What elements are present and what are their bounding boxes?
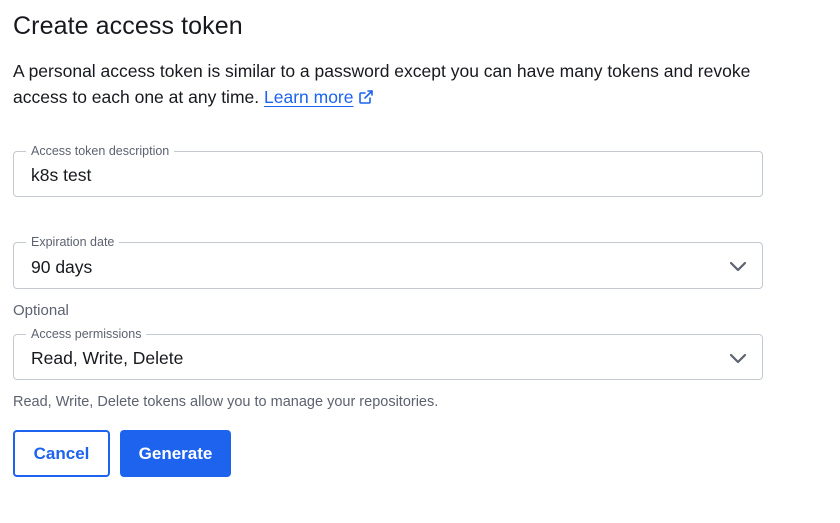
chevron-down-icon[interactable] xyxy=(728,256,748,276)
access-token-description-label: Access token description xyxy=(26,143,175,159)
permissions-helper-text: Read, Write, Delete tokens allow you to … xyxy=(13,394,439,410)
page-description: A personal access token is similar to a … xyxy=(13,58,753,110)
expiration-date-value: 90 days xyxy=(31,257,93,277)
access-token-description-field[interactable]: Access token description k8s test xyxy=(13,143,763,197)
access-permissions-select[interactable]: Access permissions Read, Write, Delete xyxy=(13,326,763,380)
expiration-date-select[interactable]: Expiration date 90 days xyxy=(13,234,763,289)
description-text: A personal access token is similar to a … xyxy=(13,61,751,107)
page-title: Create access token xyxy=(13,12,243,40)
access-permissions-label: Access permissions xyxy=(26,326,147,342)
chevron-down-icon[interactable] xyxy=(728,348,748,368)
access-permissions-value: Read, Write, Delete xyxy=(31,348,184,368)
expiration-date-label: Expiration date xyxy=(26,234,120,250)
access-token-description-value[interactable]: k8s test xyxy=(31,165,91,186)
optional-label: Optional xyxy=(13,302,69,319)
external-link-icon[interactable] xyxy=(358,89,374,105)
generate-button[interactable]: Generate xyxy=(120,430,231,477)
learn-more-label: Learn more xyxy=(264,87,354,107)
cancel-button[interactable]: Cancel xyxy=(13,430,110,477)
learn-more-link[interactable]: Learn more xyxy=(264,87,354,107)
